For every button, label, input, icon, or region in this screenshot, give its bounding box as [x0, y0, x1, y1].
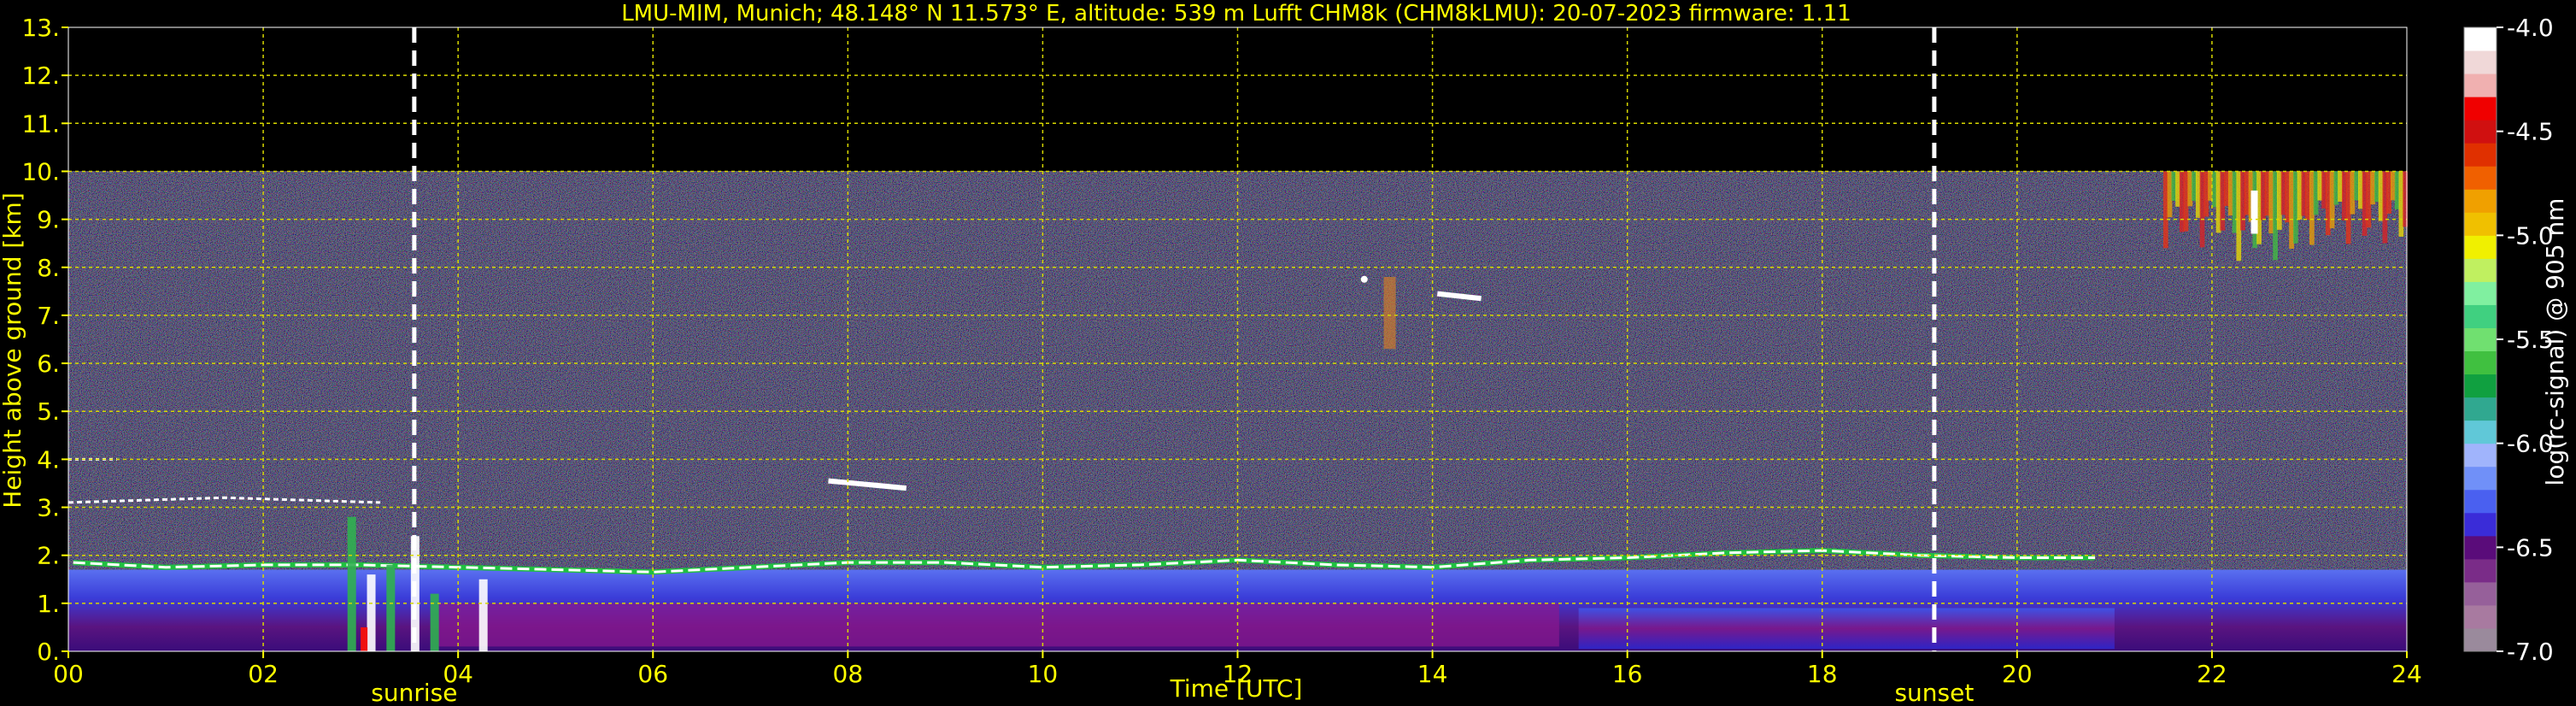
colorbar-segment [2464, 74, 2497, 97]
colorbar: -4.0-4.5-5.0-5.5-6.0-6.5-7.0 [2463, 14, 2554, 666]
y-tick-label: 8. [37, 254, 60, 282]
colorbar-segment [2464, 512, 2497, 537]
aerosol-core [438, 603, 1559, 647]
colorbar-tick-label: -7.0 [2507, 638, 2554, 666]
colorbar-segment [2464, 258, 2497, 282]
y-tick-label: 6. [37, 350, 60, 378]
cloud-dot [1360, 275, 1368, 283]
colorbar-segment [2464, 489, 2497, 514]
virga-feature [1383, 277, 1396, 350]
colorbar-segment [2464, 420, 2497, 444]
colorbar-tick-label: -4.5 [2507, 118, 2554, 146]
colorbar-segment [2464, 212, 2497, 236]
y-tick-label: 1. [37, 590, 60, 618]
colorbar-segment [2464, 327, 2497, 352]
y-tick-label: 5. [37, 397, 60, 426]
ceilometer-figure: LMU-MIM, Munich; 48.148° N 11.573° E, al… [0, 1, 2569, 706]
colorbar-segment [2464, 27, 2497, 51]
precip-streak [478, 579, 488, 651]
colorbar-segment [2464, 304, 2497, 328]
x-tick-label: 10 [1028, 660, 1059, 688]
colorbar-segment [2464, 558, 2497, 583]
event-label-sunrise: sunrise [371, 679, 457, 706]
colorbar-segment [2464, 143, 2497, 167]
x-tick-label: 24 [2391, 660, 2422, 688]
colorbar-segment [2464, 235, 2497, 259]
y-tick-label: 0. [37, 638, 60, 666]
y-axis-label: Height above ground [km] [0, 192, 26, 509]
colorbar-segment [2464, 50, 2497, 74]
colorbar-tick-label: -6.5 [2507, 533, 2554, 562]
aerosol-core-afternoon [1578, 608, 2115, 650]
x-tick-label: 18 [1807, 660, 1838, 688]
colorbar-segment [2464, 189, 2497, 213]
x-tick-label: 06 [637, 660, 668, 688]
precip-streak [430, 593, 439, 651]
colorbar-segment [2464, 627, 2497, 652]
x-tick-label: 22 [2197, 660, 2227, 688]
colorbar-segment [2464, 604, 2497, 629]
colorbar-segment [2464, 535, 2497, 560]
y-tick-label: 2. [37, 542, 60, 570]
cirrus-core [2250, 190, 2258, 234]
y-tick-label: 9. [37, 206, 60, 234]
colorbar-segment [2464, 397, 2497, 421]
y-tick-label: 3. [37, 494, 60, 522]
y-tick-label: 4. [37, 445, 60, 474]
colorbar-tick-label: -4.0 [2507, 14, 2554, 42]
colorbar-segment [2464, 443, 2497, 468]
x-tick-label: 14 [1417, 660, 1448, 688]
plot-area [67, 26, 2408, 652]
colorbar-segment [2464, 466, 2497, 491]
colorbar-segment [2464, 374, 2497, 398]
x-tick-label: 20 [2002, 660, 2033, 688]
y-tick-label: 13. [21, 14, 60, 42]
colorbar-label: log(rc-signal) @ 905 nm [2541, 198, 2569, 486]
colorbar-segment [2464, 97, 2497, 121]
x-tick-label: 16 [1612, 660, 1643, 688]
colorbar-segment [2464, 120, 2497, 144]
y-tick-label: 11. [21, 109, 60, 138]
precip-streak [367, 574, 376, 651]
y-tick-label: 7. [37, 302, 60, 330]
colorbar-segment [2464, 581, 2497, 606]
x-tick-label: 08 [833, 660, 864, 688]
chart-title: LMU-MIM, Munich; 48.148° N 11.573° E, al… [621, 1, 1851, 26]
y-tick-label: 10. [21, 157, 60, 185]
colorbar-segment [2464, 166, 2497, 190]
precip-streak [386, 564, 396, 651]
precip-streak-red [361, 627, 368, 651]
x-tick-label: 12 [1223, 660, 1253, 688]
y-tick-label: 12. [21, 62, 60, 90]
precip-streak [347, 516, 356, 651]
event-label-sunset: sunset [1894, 679, 1974, 706]
x-tick-label: 02 [248, 660, 279, 688]
colorbar-segment [2464, 350, 2497, 375]
colorbar-segment [2464, 281, 2497, 305]
